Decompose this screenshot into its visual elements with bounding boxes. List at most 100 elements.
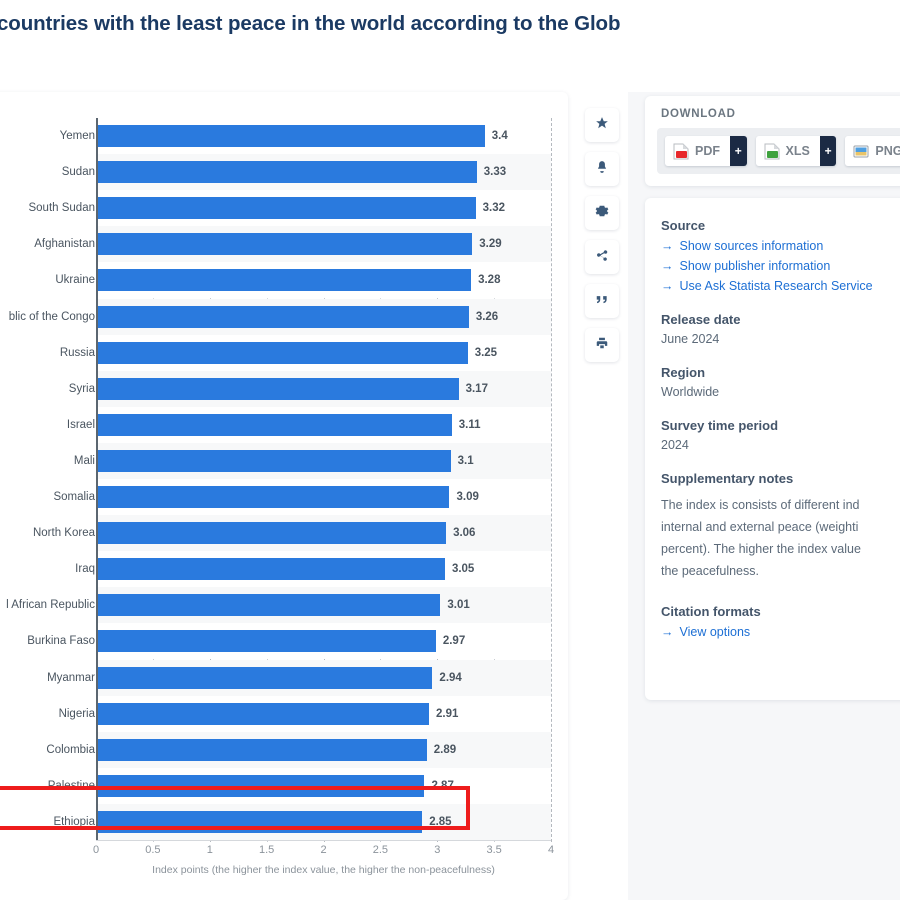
link-show-sources[interactable]: → Show sources information [661, 236, 900, 256]
x-axis-tick: 2 [320, 844, 327, 856]
chart-row[interactable]: Syria 3.17 [0, 370, 568, 407]
bar-value-label: 2.94 [439, 671, 462, 684]
link-research-service-label: Use Ask Statista Research Service [679, 279, 873, 293]
chart-row[interactable]: Russia 3.25 [0, 334, 568, 371]
chart-row[interactable]: South Sudan 3.32 [0, 190, 568, 227]
bar-value-label: 2.97 [442, 635, 466, 648]
bar[interactable] [98, 738, 427, 761]
arrow-right-icon: → [661, 279, 674, 293]
bar[interactable] [98, 702, 429, 725]
chart-row[interactable]: Sudan 3.33 [0, 154, 568, 191]
chart-row[interactable]: Iraq 3.05 [0, 551, 568, 588]
chart-row[interactable]: Myanmar 2.94 [0, 659, 568, 696]
category-label: Russia [59, 346, 95, 359]
chart-row[interactable]: North Korea 3.06 [0, 515, 568, 552]
chart-row[interactable]: Ethiopia 2.85 [0, 803, 568, 840]
bar[interactable] [98, 486, 450, 509]
arrow-right-icon: → [661, 239, 674, 253]
png-file-icon [853, 143, 869, 160]
xls-file-icon [764, 143, 780, 160]
x-axis-tick: 1.5 [258, 844, 275, 856]
chart-row[interactable]: Ukraine 3.28 [0, 262, 568, 299]
bar-value-label: 3.1 [457, 454, 474, 467]
bar[interactable] [98, 233, 473, 256]
bar[interactable] [98, 594, 441, 617]
print-icon [595, 336, 609, 355]
chart-row[interactable]: Mali 3.1 [0, 442, 568, 479]
bar[interactable] [98, 341, 468, 364]
download-png-main[interactable]: PNG [845, 136, 900, 166]
notify-button[interactable] [585, 152, 619, 186]
chart-row[interactable]: Yemen 3.4 [0, 118, 568, 155]
chart-row[interactable]: Burkina Faso 2.97 [0, 623, 568, 660]
survey-period-value: 2024 [661, 438, 689, 452]
download-xls-label: XLS [785, 144, 810, 158]
download-png-button[interactable]: PNG + [845, 136, 900, 166]
download-xls-main[interactable]: XLS [755, 136, 820, 166]
link-research-service[interactable]: → Use Ask Statista Research Service [661, 276, 900, 296]
download-pdf-plus[interactable]: + [730, 136, 747, 166]
bar[interactable] [98, 377, 459, 400]
category-label: Nigeria [58, 707, 95, 720]
survey-period-heading: Survey time period [661, 418, 779, 433]
bar-value-label: 2.89 [433, 743, 457, 756]
x-axis-tick: 0.5 [145, 844, 161, 856]
gear-icon [595, 204, 609, 223]
bar-value-label: 3.28 [478, 274, 501, 287]
chart-row[interactable]: blic of the Congo 3.26 [0, 298, 568, 335]
bar-value-label: 2.85 [429, 815, 452, 828]
bar[interactable] [98, 413, 452, 436]
chart-x-axis-line [96, 840, 551, 841]
bar-value-label: 3.33 [483, 166, 507, 179]
bar[interactable] [98, 558, 445, 581]
chart-row[interactable]: Israel 3.11 [0, 406, 568, 443]
share-icon [595, 248, 609, 267]
bar[interactable] [98, 161, 477, 184]
download-xls-plus[interactable]: + [819, 136, 837, 166]
settings-button[interactable] [585, 196, 619, 230]
bar[interactable] [98, 269, 472, 292]
bar[interactable] [98, 774, 425, 797]
share-button[interactable] [585, 240, 619, 274]
chart-row[interactable]: Afghanistan 3.29 [0, 226, 568, 263]
supplementary-notes-heading: Supplementary notes [661, 471, 794, 486]
bar[interactable] [98, 630, 436, 653]
link-show-publisher[interactable]: → Show publisher information [661, 256, 900, 276]
cite-button[interactable] [585, 284, 619, 318]
citation-formats-heading: Citation formats [661, 604, 761, 619]
chart-row[interactable]: Palestine 2.87 [0, 767, 568, 804]
bar[interactable] [98, 125, 485, 148]
bar[interactable] [98, 810, 423, 833]
category-label: Iraq [75, 563, 95, 576]
bar-value-label: 3.09 [456, 491, 479, 504]
bar-value-label: 3.26 [475, 310, 499, 323]
category-label: Burkina Faso [27, 635, 95, 648]
bar[interactable] [98, 197, 476, 220]
category-label: Ethiopia [53, 815, 95, 828]
metadata-card: Source → Show sources information → Show… [645, 198, 900, 700]
x-axis-tick: 4 [547, 844, 555, 856]
category-label: North Korea [32, 527, 95, 540]
chart-row[interactable]: Somalia 3.09 [0, 479, 568, 516]
bar[interactable] [98, 522, 447, 545]
chart-row[interactable]: l African Republic 3.01 [0, 587, 568, 624]
bar[interactable] [98, 305, 469, 328]
chart-row[interactable]: Nigeria 2.91 [0, 695, 568, 732]
chart-row[interactable]: Colombia 2.89 [0, 731, 568, 768]
release-date-value: June 2024 [661, 332, 720, 346]
download-pdf-button[interactable]: PDF + [665, 136, 747, 166]
source-heading: Source [661, 218, 706, 233]
star-icon [595, 116, 609, 135]
category-label: Palestine [47, 779, 95, 792]
download-pdf-main[interactable]: PDF [665, 136, 730, 166]
download-xls-button[interactable]: XLS + [755, 136, 837, 166]
bar-value-label: 3.11 [458, 418, 481, 431]
bar[interactable] [98, 449, 451, 472]
print-button[interactable] [585, 328, 619, 362]
favorite-button[interactable] [585, 108, 619, 142]
bar-value-label: 3.32 [482, 202, 506, 215]
bar[interactable] [98, 666, 433, 689]
bar-value-label: 3.25 [474, 346, 498, 359]
link-view-options[interactable]: → View options [661, 622, 900, 642]
link-show-sources-label: Show sources information [679, 239, 824, 253]
